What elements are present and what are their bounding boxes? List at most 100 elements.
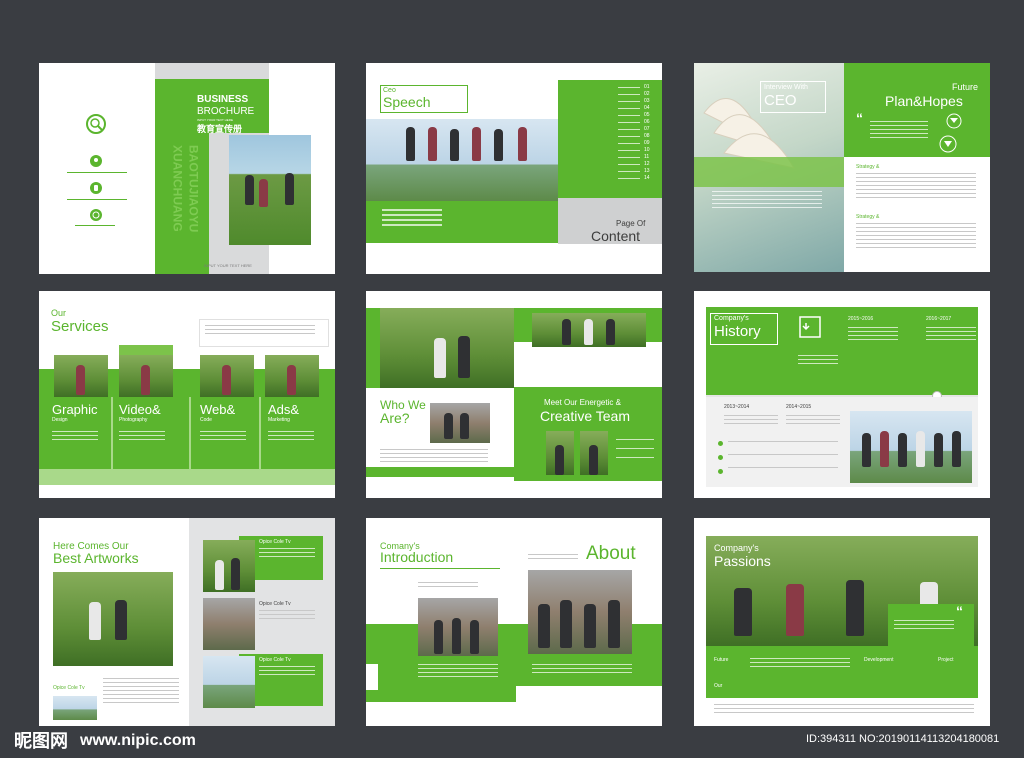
web-icon [90,209,102,221]
save-icon [798,315,822,339]
are: Are? [380,410,410,426]
service-video: Video& [119,402,161,417]
page-who-we-are: Who We Are? Meet Our Energetic & Creativ… [366,291,662,498]
toc-number: 01 [644,84,650,90]
meet-our: Meet Our Energetic & [544,398,621,407]
interview-ceo: CEO [764,92,797,109]
vertical-text: XUANCHUANG [170,145,185,232]
history-small: Company's [714,315,749,322]
phone-icon [90,182,102,194]
about-title: About [586,543,636,564]
future-label: Future [952,82,979,92]
brochure-sub: INPUT YOUR TEXT HERE [197,118,233,122]
nipic-site: www.nipic.com [80,732,196,749]
toc-number: 08 [644,133,650,139]
graduation-photo [430,403,490,443]
toc-number: 03 [644,98,650,104]
toc-number: 09 [644,140,650,146]
service-ads: Ads& [268,402,300,417]
service-photo-3 [200,355,254,397]
quote-icon: “ [856,110,863,126]
couple-photo [53,572,173,666]
brochure-footer-text: INPUT YOUR TEXT HERE [204,263,252,268]
toc-numbers: 01 02 03 04 05 06 07 08 09 10 11 12 13 14 [644,84,658,182]
caption-4: Opice Cole Tv [53,685,85,691]
toc-number: 05 [644,112,650,118]
toc-number: 12 [644,161,650,167]
strategy-2: Strategy & [856,214,880,220]
page-introduction-about: Comany's Introduction About [366,518,662,726]
interview-small: Interview With [764,84,808,91]
artwork-photo-4 [53,696,97,720]
toc-number: 07 [644,126,650,132]
project-label: Project [938,657,954,663]
watermark-footer: 昵图网 www.nipic.com ID:394311 NO:201901141… [0,728,1024,758]
magnifier-icon [83,111,109,137]
funnel-icon [939,135,957,153]
two-students-photo [380,308,514,388]
service-graphic: Graphic [52,402,98,417]
caption-1: Opice Cole Tv [259,539,291,545]
toc-number: 11 [644,154,650,160]
service-photo-4 [265,355,319,397]
artwork-photo-1 [203,540,255,592]
vertical-text-2: BAOTUJIAOYU [186,145,201,233]
year-2013: 2013~2014 [724,404,750,410]
service-video-sub: Photography [119,417,148,423]
intro-graduates-photo [418,598,498,656]
page-company-history: Company's History 2015~2016 2016~2017 20… [694,291,990,498]
development-label: Development [864,657,894,663]
speech-title: Speech [383,94,431,110]
cheering-students-photo [850,411,972,483]
about-graduates-photo [528,570,632,654]
group-photo-top [532,313,646,347]
page-interview-ceo: Interview With CEO Future Plan&Hopes “ S… [694,63,990,272]
toc-number: 04 [644,105,650,111]
service-graphic-sub: Design [52,417,68,423]
page-company-passions: Company's Passions “ Future Development … [694,518,990,726]
toc-number: 02 [644,91,650,97]
toc-number: 13 [644,168,650,174]
year-2016: 2016~2017 [926,316,952,322]
quote-mark-icon: “ [956,603,963,619]
passions-title: Passions [714,553,771,569]
page-best-artworks: Here Comes Our Best Artworks Opice Cole … [39,518,335,726]
artwork-photo-2 [203,598,255,650]
location-icon [90,155,102,167]
service-ads-sub: Marketing [268,417,290,423]
service-photo-1 [54,355,108,397]
page-business-brochure: BUSINESS BROCHURE INPUT YOUR TEXT HERE 教… [39,63,335,274]
strategy-1: Strategy & [856,164,880,170]
page-ceo-speech: Ceo Speech 01 02 03 04 05 06 07 08 09 10 11 12 13 14 … [366,63,662,274]
plan-title: Plan&Hopes [885,93,963,109]
team-member-1 [546,431,574,475]
filter-icon [946,113,962,129]
our-label: Our [714,683,723,689]
students-photo [229,135,311,245]
jumping-students-photo [366,119,558,201]
team-member-2 [580,431,608,475]
history-title: History [714,323,761,340]
artwork-photo-3 [203,656,255,708]
page-our-services: Our Services Graphic Video& Web& Ads& De… [39,291,335,498]
caption-3: Opice Cole Tv [259,657,291,663]
content-title: Content [591,228,641,244]
image-id: ID:394311 NO:20190114113204180081 [806,733,1000,745]
nipic-logo: 昵图网 [14,731,68,751]
bullet-dots [718,441,726,474]
intro-title: Introduction [380,549,454,565]
service-photo-2 [119,355,173,397]
year-2015: 2015~2016 [848,316,874,322]
year-2014: 2014~2015 [786,404,812,410]
plan-green-block [844,63,990,157]
creative-team: Creative Team [540,408,631,424]
toc-number: 10 [644,147,650,153]
brochure-title: BUSINESS [197,94,249,105]
artworks-title: Best Artworks [53,550,139,566]
future-label: Future [714,657,729,663]
toc-number: 06 [644,119,650,125]
services-title: Services [51,318,109,335]
caption-2: Opice Cole Tv [259,601,291,607]
green-overlay [694,157,844,187]
brochure-title-2: BROCHURE [197,106,255,117]
